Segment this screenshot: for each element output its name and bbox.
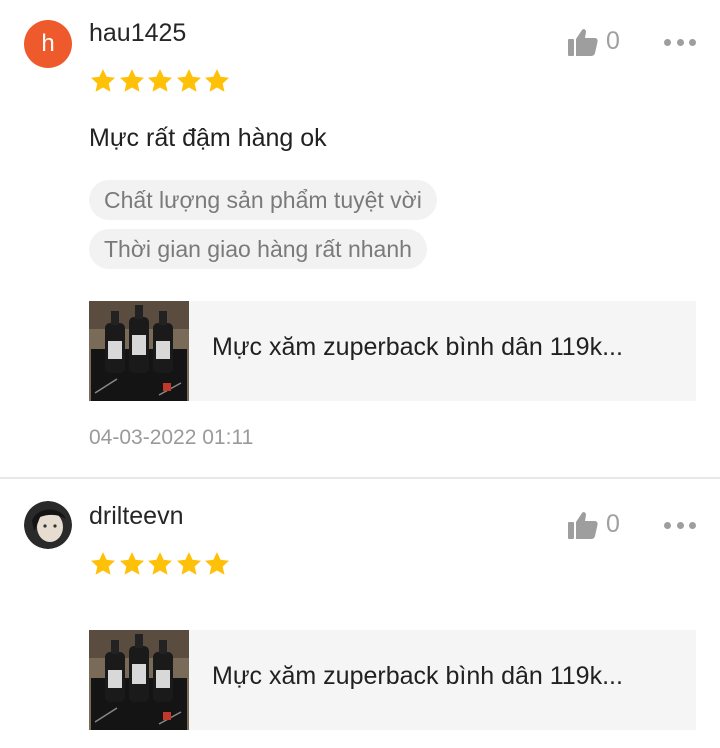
thumbs-up-icon[interactable] [568, 511, 598, 539]
star-icon [203, 67, 231, 95]
review-timestamp: 04-03-2022 01:11 [89, 426, 254, 449]
more-dot-icon [689, 38, 696, 46]
like-button[interactable]: 0 [568, 27, 620, 56]
like-button[interactable]: 0 [568, 510, 620, 539]
like-count: 0 [606, 510, 620, 538]
thumbs-up-icon[interactable] [568, 28, 598, 56]
review-item: h hau1425 0 Mực rất đậm hàng ok Chất lượ… [0, 0, 720, 478]
star-icon [175, 67, 203, 95]
more-dot-icon [689, 521, 696, 529]
product-thumbnail [89, 301, 189, 401]
avatar[interactable]: h [24, 20, 72, 68]
star-icon [146, 550, 174, 578]
username[interactable]: hau1425 [89, 19, 186, 48]
star-rating [89, 67, 232, 95]
review-item: drilteevn 0 Mực xăm zuperback bình dân 1… [0, 479, 720, 748]
review-tag: Chất lượng sản phẩm tuyệt vời [89, 180, 437, 220]
more-options-button[interactable] [664, 515, 696, 535]
star-icon [118, 67, 146, 95]
star-icon [118, 550, 146, 578]
product-card[interactable]: Mực xăm zuperback bình dân 119k... [89, 301, 696, 401]
like-count: 0 [606, 27, 620, 55]
star-icon [89, 550, 117, 578]
more-dot-icon [676, 521, 684, 529]
more-dot-icon [664, 521, 671, 529]
username[interactable]: drilteevn [89, 502, 184, 531]
product-card[interactable]: Mực xăm zuperback bình dân 119k... [89, 630, 696, 730]
avatar[interactable] [24, 501, 72, 549]
star-icon [203, 550, 231, 578]
star-icon [89, 67, 117, 95]
star-icon [175, 550, 203, 578]
review-tag: Thời gian giao hàng rất nhanh [89, 229, 427, 269]
product-name[interactable]: Mực xăm zuperback bình dân 119k... [212, 662, 623, 691]
review-comment: Mực rất đậm hàng ok [89, 124, 327, 152]
more-dot-icon [664, 38, 671, 46]
product-name[interactable]: Mực xăm zuperback bình dân 119k... [212, 333, 623, 362]
star-icon [146, 67, 174, 95]
star-rating [89, 550, 232, 578]
product-thumbnail [89, 630, 189, 730]
more-options-button[interactable] [664, 32, 696, 52]
more-dot-icon [676, 38, 684, 46]
user-photo-icon [24, 501, 72, 549]
